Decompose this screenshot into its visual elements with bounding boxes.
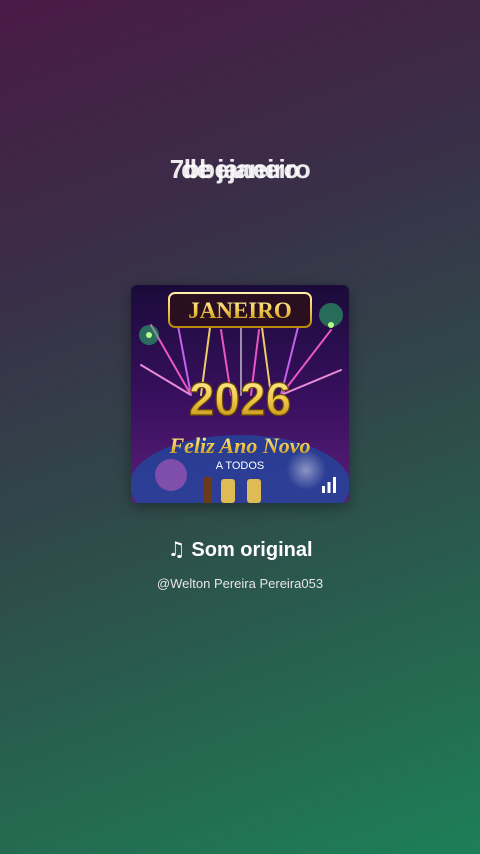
sound-title-label: Som original xyxy=(191,539,313,561)
overlay-text-layer-2: de janeiro xyxy=(181,154,299,184)
album-cover[interactable]: JANEIRO 2026 Feliz Ano Novo A TODOS xyxy=(131,285,349,503)
month-label: JANEIRO xyxy=(188,298,292,323)
equalizer-icon xyxy=(322,477,336,493)
music-note-icon: ♫ xyxy=(167,537,186,561)
year-label: 2026 xyxy=(189,373,291,425)
album-cover-art: JANEIRO 2026 Feliz Ano Novo A TODOS xyxy=(131,285,349,503)
sound-title[interactable]: ♫ Som original xyxy=(0,537,480,562)
subgreeting-label: A TODOS xyxy=(216,460,265,472)
sound-author[interactable]: @Welton Pereira Pereira053 xyxy=(0,576,480,591)
greeting-label: Feliz Ano Novo xyxy=(169,433,311,458)
overlay-text: 7bbejaneiro de janeiro xyxy=(0,154,480,194)
champagne-glasses-decoration xyxy=(203,477,261,503)
